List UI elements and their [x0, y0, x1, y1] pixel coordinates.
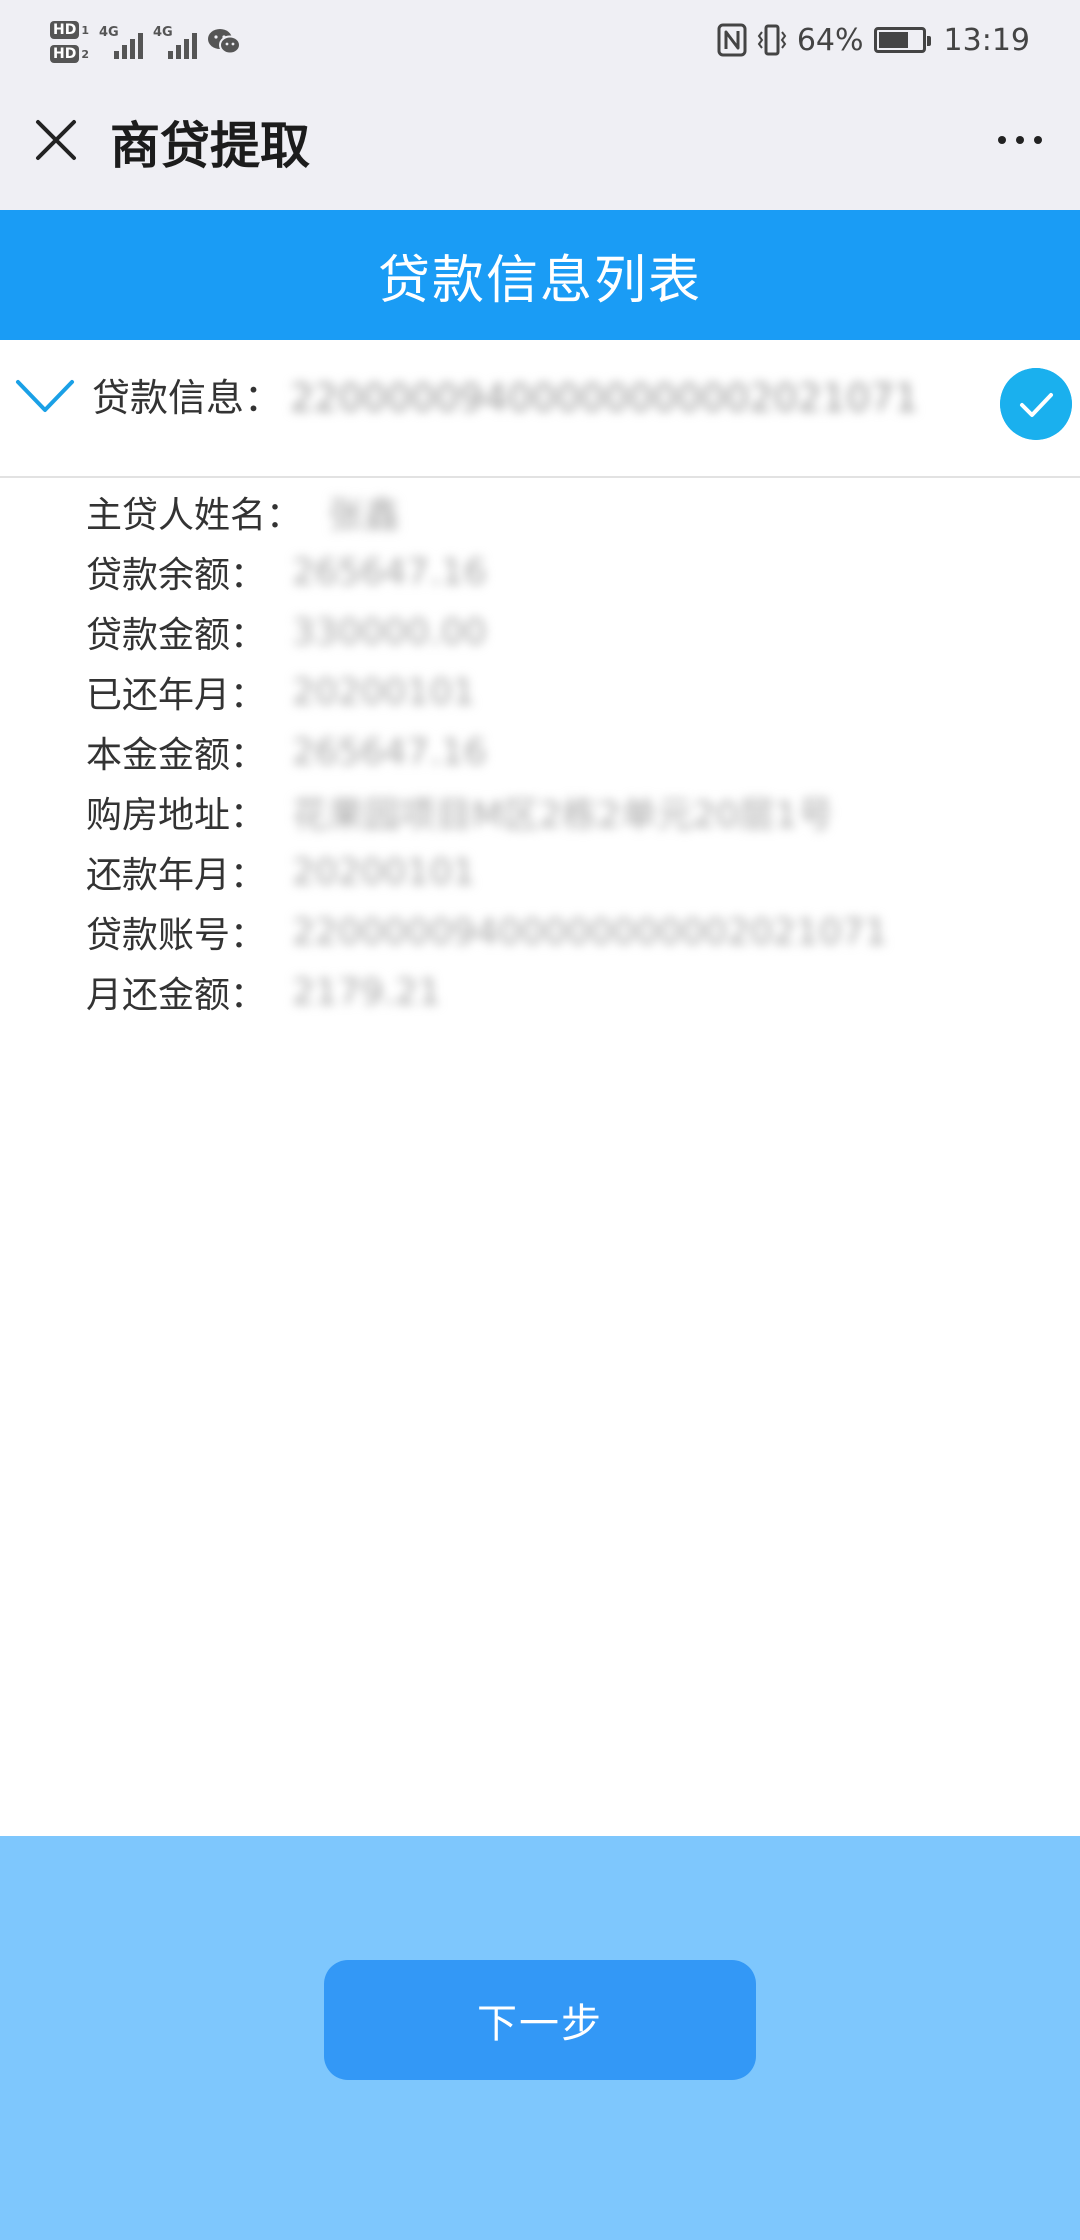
detail-row-loan-account: 贷款账号： 22000009400000000002021071: [86, 902, 1066, 962]
footer-bar: 下一步: [0, 1836, 1080, 2240]
detail-row-principal-amount: 本金金额： 265647.16: [86, 722, 1066, 782]
vibrate-icon: [757, 24, 787, 56]
signal-bars: [168, 33, 197, 59]
detail-value: 20200101: [292, 671, 476, 713]
detail-row-borrower-name: 主贷人姓名： 张鑫: [86, 482, 1066, 542]
close-icon[interactable]: [30, 114, 82, 166]
detail-label: 购房地址：: [86, 795, 267, 836]
battery-icon: [873, 27, 931, 53]
detail-value: 2179.21: [292, 971, 441, 1013]
detail-label: 主贷人姓名：: [86, 495, 303, 536]
hd-icon: HD: [50, 45, 80, 63]
detail-label: 贷款账号：: [86, 915, 267, 956]
detail-value: 265647.16: [292, 551, 487, 593]
status-right: 64% 13:19: [717, 18, 1030, 62]
page-title: 商贷提取: [110, 117, 310, 175]
wechat-icon: [208, 29, 241, 55]
signal-icon: 4G: [153, 25, 197, 59]
detail-value: 265647.16: [292, 731, 487, 773]
detail-value: 花果园项目M区2栋2单元20层1号: [292, 795, 834, 836]
status-bar: HD 1 HD 2 4G 4G 64% 13:19: [0, 0, 1080, 78]
detail-label: 月还金额：: [86, 975, 267, 1016]
loan-details: 主贷人姓名： 张鑫 贷款余额： 265647.16 贷款金额： 330000.0…: [86, 482, 1066, 1022]
battery-percent: 64%: [796, 22, 864, 58]
clock: 13:19: [943, 22, 1030, 58]
hd-badge-1: HD 1: [50, 21, 89, 39]
signal-bars: [114, 33, 143, 59]
sim-number: 2: [81, 47, 89, 61]
detail-row-loan-amount: 贷款金额： 330000.00: [86, 602, 1066, 662]
detail-label: 贷款余额：: [86, 555, 267, 596]
nfc-icon: [717, 23, 747, 57]
check-icon[interactable]: [1000, 368, 1072, 440]
hd-icon: HD: [50, 21, 80, 39]
detail-row-loan-balance: 贷款余额： 265647.16: [86, 542, 1066, 602]
detail-label: 贷款金额：: [86, 615, 267, 656]
detail-value: 22000009400000000002021071: [292, 911, 888, 953]
detail-value: 330000.00: [292, 611, 487, 653]
detail-label: 本金金额：: [86, 735, 267, 776]
detail-row-monthly-payment: 月还金额： 2179.21: [86, 962, 1066, 1022]
detail-value: 张鑫: [328, 495, 401, 536]
hd-badge-2: HD 2: [50, 45, 89, 63]
detail-value: 20200101: [292, 851, 476, 893]
app-title-bar: 商贷提取: [0, 78, 1080, 210]
list-header: 贷款信息列表: [0, 210, 1080, 340]
detail-label: 还款年月：: [86, 855, 267, 896]
sim-number: 1: [81, 23, 89, 37]
more-options-icon[interactable]: [988, 118, 1052, 162]
detail-row-property-address: 购房地址： 花果园项目M区2栋2单元20层1号: [86, 782, 1066, 842]
detail-row-repayment-month: 还款年月： 20200101: [86, 842, 1066, 902]
next-step-button[interactable]: 下一步: [324, 1960, 756, 2080]
chevron-down-icon[interactable]: [14, 372, 76, 422]
status-left: HD 1 HD 2 4G 4G: [50, 12, 241, 72]
signal-icon: 4G: [99, 25, 143, 59]
detail-label: 已还年月：: [86, 675, 267, 716]
loan-info-value: 22000009400000000002021071: [290, 376, 919, 420]
loan-info-row[interactable]: 贷款信息： 22000009400000000002021071: [0, 340, 1080, 478]
detail-row-repaid-month: 已还年月： 20200101: [86, 662, 1066, 722]
hd-indicators: HD 1 HD 2: [50, 21, 89, 63]
list-header-title: 贷款信息列表: [377, 250, 702, 311]
loan-info-label: 贷款信息：: [92, 376, 283, 420]
